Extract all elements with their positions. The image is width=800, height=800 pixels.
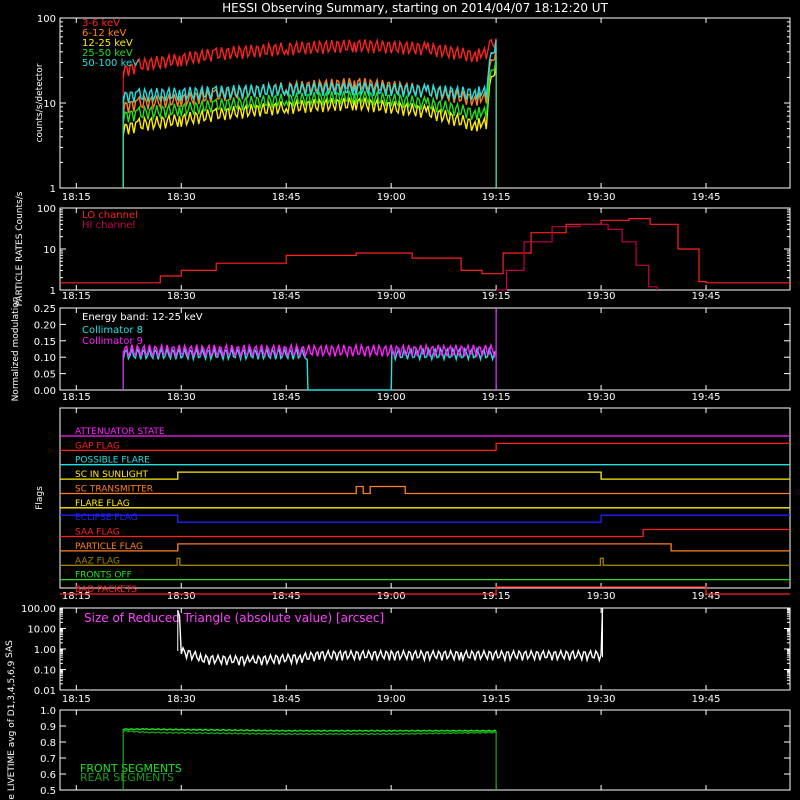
flag-label: ATTENUATOR STATE: [75, 427, 165, 437]
x-tick-label: 18:45: [272, 291, 301, 302]
flag-label: ECLIPSE FLAG: [75, 513, 138, 523]
y-tick-label: 0.20: [34, 320, 56, 331]
y-tick-label: 10: [43, 99, 56, 110]
y-tick-label: 0.8: [40, 738, 56, 749]
flag-label: FLARE FLAG: [75, 499, 130, 509]
y-tick-label: 10.00: [27, 625, 56, 636]
flag-line-4: [60, 485, 790, 495]
flag-label: SC IN SUNLIGHT: [75, 470, 149, 480]
y-axis-label: SAS: [5, 640, 15, 658]
figure-title: HESSI Observing Summary, starting on 201…: [222, 1, 608, 15]
x-tick-label: 18:30: [167, 192, 196, 203]
x-tick-label: 19:00: [377, 192, 406, 203]
x-tick-label: 18:45: [272, 591, 301, 602]
legend-entry: REAR SEGMENTS: [80, 771, 174, 784]
y-tick-label: 0.6: [40, 770, 56, 781]
particle-line-0: [60, 218, 790, 284]
legend-entry: Collimator 9: [82, 336, 143, 347]
y-tick-label: 0.01: [34, 686, 56, 697]
rate-line-0: [122, 37, 497, 79]
flag-label: PARTICLE FLAG: [75, 542, 143, 552]
y-tick-label: 0.7: [40, 754, 56, 765]
x-tick-label: 18:30: [167, 591, 196, 602]
flag-line-1: [60, 442, 790, 452]
y-tick-label: 0.25: [34, 304, 56, 315]
panels-container: 18:15 18:30 18:45 19:00 19:15 19:30 19:4511010…: [5, 14, 791, 800]
x-tick-label: 19:30: [587, 291, 616, 302]
flag-label: FRONTS OFF: [75, 571, 132, 581]
x-tick-label: 18:45: [272, 392, 301, 403]
x-tick-label: 19:30: [587, 392, 616, 403]
y-tick-label: 0.05: [34, 370, 56, 381]
x-tick-label: 18:45: [272, 694, 301, 705]
sas-annotation: Size of Reduced Triangle (absolute value…: [84, 611, 384, 625]
x-tick-label: 18:15: [62, 392, 91, 403]
x-tick-label: 19:15: [482, 694, 511, 705]
x-tick-label: 18:15: [62, 192, 91, 203]
y-tick-label: 0.15: [34, 337, 56, 348]
x-tick-label: 19:45: [692, 192, 721, 203]
legend-entry: 50-100 keV: [82, 58, 139, 69]
x-tick-label: 19:45: [692, 392, 721, 403]
x-tick-label: 19:45: [692, 694, 721, 705]
y-tick-label: 0.9: [40, 722, 56, 733]
x-tick-label: 19:30: [587, 694, 616, 705]
particle-line-1: [496, 223, 658, 291]
y-tick-label: 0.10: [34, 666, 56, 677]
y-tick-label: 100: [37, 14, 56, 25]
x-tick-label: 19:00: [377, 291, 406, 302]
x-tick-label: 18:15: [62, 694, 91, 705]
modulation-line-0: [122, 345, 497, 391]
x-tick-label: 19:15: [482, 291, 511, 302]
y-tick-label: 0.00: [34, 386, 56, 397]
x-tick-label: 19:00: [377, 591, 406, 602]
flag-label: AAZ FLAG: [75, 556, 120, 566]
x-tick-label: 19:45: [692, 291, 721, 302]
livetime-line-0: [122, 727, 497, 733]
flag-label: BAD PACKETS: [75, 585, 137, 595]
x-tick-label: 18:30: [167, 392, 196, 403]
x-tick-label: 19:30: [587, 591, 616, 602]
y-axis-label: Mon. Rate LIVETIME avg of D1,3,4,5,6,9: [7, 660, 17, 800]
x-tick-label: 18:30: [167, 694, 196, 705]
flag-line-6: [60, 514, 790, 523]
y-axis-label: PARTICLE RATES Counts/s: [15, 191, 25, 306]
y-tick-label: 0.10: [34, 353, 56, 364]
flag-line-9: [60, 557, 790, 566]
y-tick-label: 1: [50, 184, 56, 195]
x-tick-label: 19:15: [482, 392, 511, 403]
x-tick-label: 19:00: [377, 392, 406, 403]
flag-label: POSSIBLE FLARE: [75, 456, 150, 466]
panel-frame-3: [59, 407, 791, 589]
x-tick-label: 19:30: [587, 192, 616, 203]
flag-line-3: [60, 471, 790, 480]
energy-band-label: Energy band: 12-25 keV: [82, 312, 203, 323]
flag-line-8: [60, 543, 790, 552]
hessi-summary-figure: HESSI Observing Summary, starting on 201…: [5, 1, 791, 800]
y-axis-label: counts/s/detector: [35, 63, 45, 142]
flag-label: SC TRANSMITTER: [75, 484, 153, 494]
y-tick-label: 10: [43, 245, 56, 256]
x-tick-label: 18:45: [272, 192, 301, 203]
x-tick-label: 18:30: [167, 291, 196, 302]
y-tick-label: 0.5: [40, 786, 56, 797]
y-axis-label: Flags: [35, 486, 45, 510]
flag-label: GAP FLAG: [75, 441, 120, 451]
flag-line-7: [60, 528, 790, 538]
x-tick-label: 19:15: [482, 192, 511, 203]
y-tick-label: 100: [37, 204, 56, 215]
flag-label: SAA FLAG: [75, 528, 120, 538]
y-tick-label: 1.0: [40, 706, 56, 717]
y-tick-label: 100.00: [21, 604, 56, 615]
y-tick-label: 1: [50, 286, 56, 297]
legend-entry: Collimator 8: [82, 325, 143, 336]
x-tick-label: 19:00: [377, 694, 406, 705]
y-axis-label: Normalized modulation: [11, 297, 21, 402]
y-tick-label: 1.00: [34, 645, 56, 656]
legend-entry: HI channel: [82, 220, 135, 231]
x-tick-label: 18:15: [62, 291, 91, 302]
